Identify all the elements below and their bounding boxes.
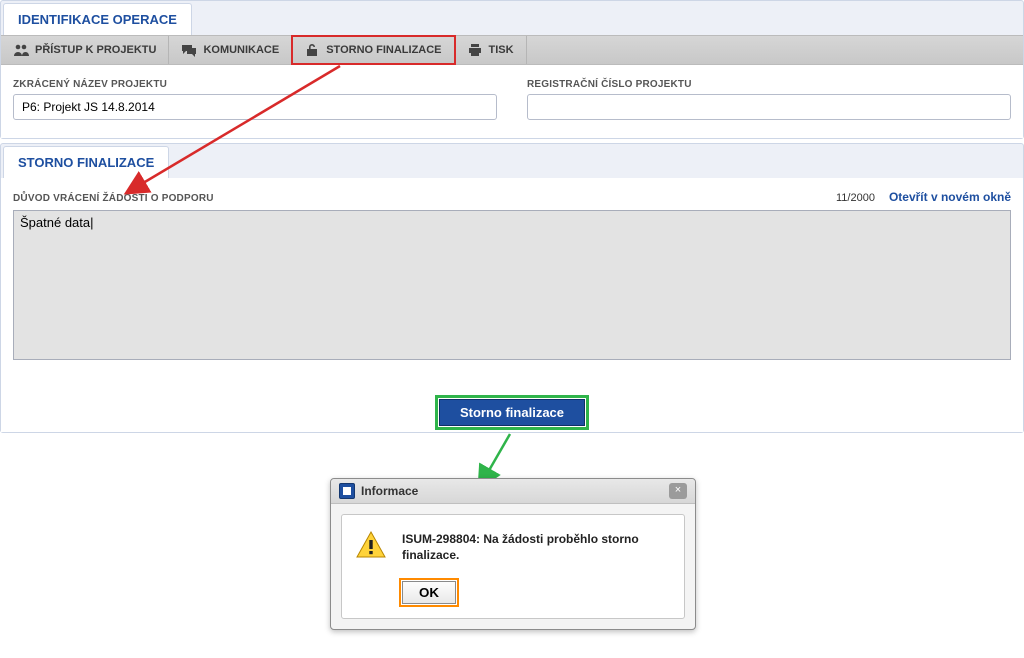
textarea-reason[interactable] (13, 210, 1011, 360)
dialog-titlebar: Informace × (331, 479, 695, 504)
field-registration-number: REGISTRAČNÍ ČÍSLO PROJEKTU (527, 79, 1011, 120)
panel-identification: IDENTIFIKACE OPERACE PŘÍSTUP K PROJEKTU … (0, 0, 1024, 139)
toolbar-label: TISK (489, 44, 514, 56)
lock-open-icon (304, 42, 320, 58)
project-info-row: ZKRÁCENÝ NÁZEV PROJEKTU REGISTRAČNÍ ČÍSL… (1, 65, 1023, 138)
action-row: Storno finalizace (1, 375, 1023, 432)
storno-finalizace-button[interactable]: Storno finalizace (439, 399, 585, 426)
toolbar-item-storno[interactable]: STORNO FINALIZACE (292, 36, 454, 64)
label-reg-no: REGISTRAČNÍ ČÍSLO PROJEKTU (527, 79, 1011, 90)
dialog-title: Informace (361, 484, 669, 498)
people-icon (13, 42, 29, 58)
label-short-name: ZKRÁCENÝ NÁZEV PROJEKTU (13, 79, 497, 90)
toolbar-item-access[interactable]: PŘÍSTUP K PROJEKTU (1, 36, 169, 64)
input-short-name[interactable] (13, 94, 497, 120)
toolbar-item-print[interactable]: TISK (455, 36, 527, 64)
dialog-message: ISUM-298804: Na žádosti proběhlo storno … (402, 531, 670, 563)
toolbar: PŘÍSTUP K PROJEKTU KOMUNIKACE STORNO FIN… (1, 35, 1023, 65)
printer-icon (467, 42, 483, 58)
toolbar-label: PŘÍSTUP K PROJEKTU (35, 44, 156, 56)
dialog-title-icon (339, 483, 355, 499)
dialog-ok-button[interactable]: OK (402, 581, 456, 604)
toolbar-label: STORNO FINALIZACE (326, 44, 441, 56)
toolbar-item-communication[interactable]: KOMUNIKACE (169, 36, 292, 64)
toolbar-label: KOMUNIKACE (203, 44, 279, 56)
panel-storno: STORNO FINALIZACE DŮVOD VRÁCENÍ ŽÁDOSTI … (0, 143, 1024, 433)
input-reg-no[interactable] (527, 94, 1011, 120)
panel-storno-title: STORNO FINALIZACE (3, 146, 169, 178)
page-title-tab: IDENTIFIKACE OPERACE (3, 3, 192, 35)
info-dialog: Informace × ISUM-298804: Na žádosti prob… (330, 478, 696, 630)
label-reason: DŮVOD VRÁCENÍ ŽÁDOSTI O PODPORU (13, 193, 822, 204)
chat-icon (181, 42, 197, 58)
dialog-content: ISUM-298804: Na žádosti proběhlo storno … (341, 514, 685, 619)
dialog-close-button[interactable]: × (669, 483, 687, 499)
char-counter: 11/2000 (836, 192, 875, 204)
warning-icon (356, 531, 386, 559)
open-in-new-window-link[interactable]: Otevřít v novém okně (889, 190, 1011, 204)
field-short-name: ZKRÁCENÝ NÁZEV PROJEKTU (13, 79, 497, 120)
